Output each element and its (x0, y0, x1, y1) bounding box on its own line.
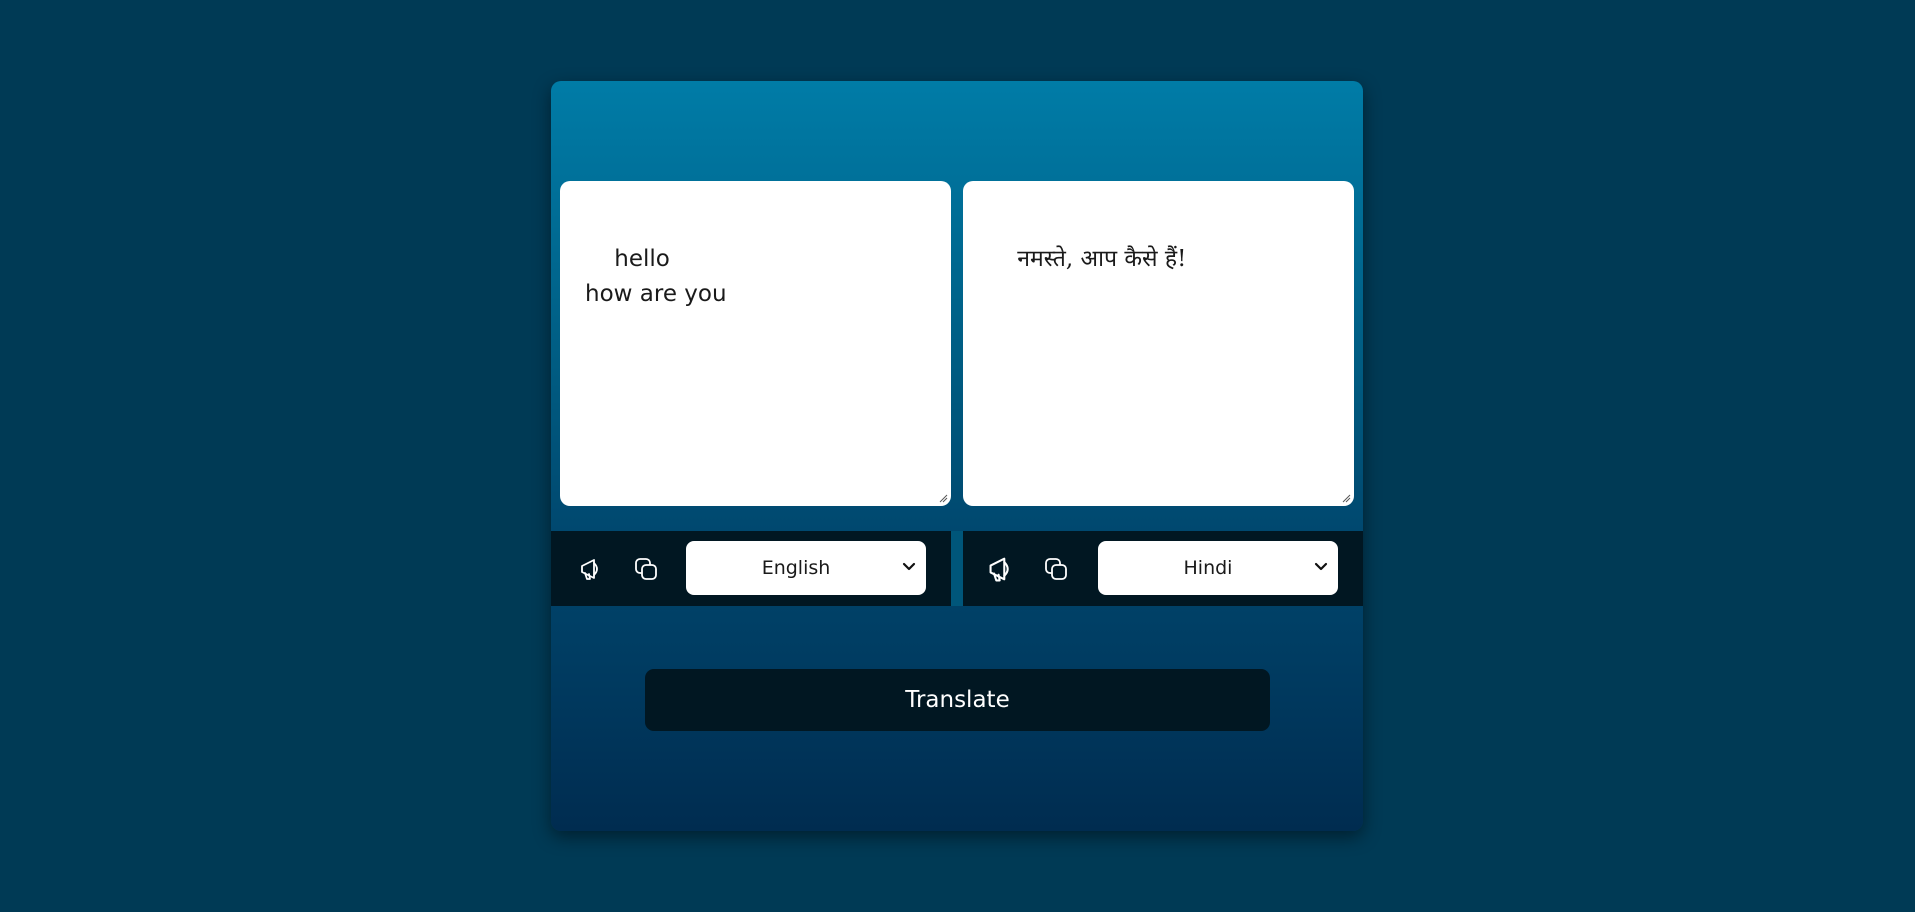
target-speak-button[interactable] (985, 552, 1019, 586)
copy-icon (635, 558, 657, 580)
megaphone-icon (989, 557, 1009, 582)
source-copy-button[interactable] (629, 552, 663, 586)
target-text: नमस्ते, आप कैसे हैं! (1017, 246, 1187, 272)
target-copy-button[interactable] (1039, 552, 1073, 586)
source-controls: English (551, 531, 951, 606)
controls-divider (951, 531, 963, 606)
megaphone-icon (581, 559, 598, 580)
source-language-value: English (761, 557, 831, 579)
target-text-area[interactable]: नमस्ते, आप कैसे हैं! (963, 181, 1354, 506)
target-language-select[interactable]: Hindi (1098, 541, 1338, 595)
resize-grip-icon[interactable] (1342, 494, 1351, 503)
source-language-select[interactable]: English (686, 541, 926, 595)
chevron-down-icon (902, 562, 916, 571)
source-speak-button[interactable] (575, 552, 609, 586)
source-text-area[interactable]: hello how are you (560, 181, 951, 506)
copy-icon (1045, 558, 1067, 580)
translator-card: hello how are you नमस्ते, आप कैसे हैं! E… (551, 81, 1363, 831)
translate-button[interactable]: Translate (645, 669, 1270, 731)
chevron-down-icon (1314, 562, 1328, 571)
target-controls: Hindi (963, 531, 1363, 606)
target-language-value: Hindi (1183, 557, 1233, 579)
source-text: hello how are you (585, 246, 727, 307)
resize-grip-icon[interactable] (939, 494, 948, 503)
